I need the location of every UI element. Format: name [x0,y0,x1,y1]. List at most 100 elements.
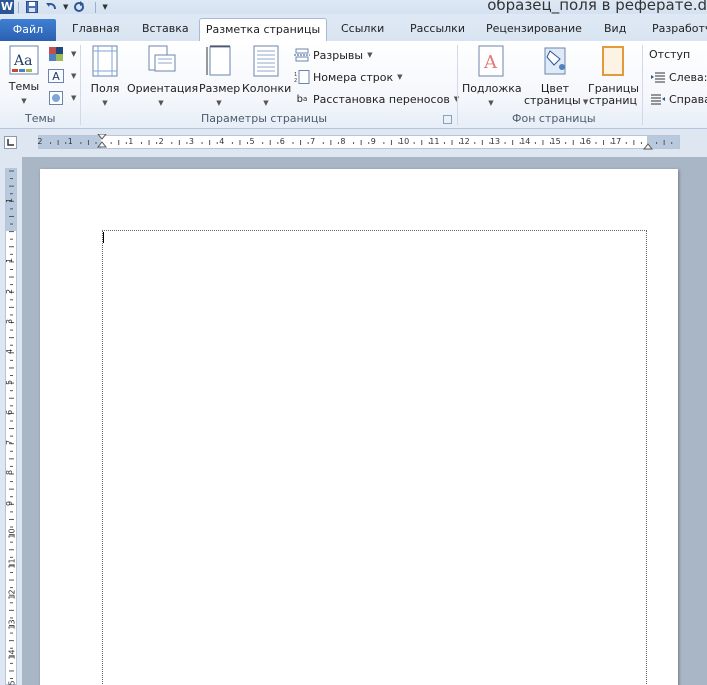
tab-review[interactable]: Рецензирование [486,22,582,35]
vruler-number: 1 [5,197,15,203]
ruler-number: 17 [611,137,622,146]
ruler-number: 13 [489,137,501,146]
undo-icon[interactable] [44,1,58,13]
vruler-number: 13 [7,619,17,630]
tab-home[interactable]: Главная [72,22,120,35]
tab-mailings[interactable]: Рассылки [410,22,465,35]
theme-fonts-button[interactable]: A ▼ [48,67,76,85]
ribbon: Aa Темы ▼ ▼ A ▼ ▼ Темы Поля ▼ Ориентация … [0,41,707,129]
vruler-number: 11 [7,558,17,569]
tab-references[interactable]: Ссылки [341,22,384,35]
ruler-number: 1 [128,137,134,146]
undo-dropdown-icon[interactable]: ▼ [63,3,68,11]
themes-label: Темы [8,80,40,93]
indent-right-label: Справа [669,92,707,106]
qat-divider [95,1,97,13]
tab-insert[interactable]: Вставка [142,22,189,35]
vruler-ticks [9,170,14,680]
indent-heading: Отступ [649,45,690,63]
orientation-icon [146,45,176,77]
page-color-label-2: страницы [524,94,581,107]
group-divider [642,45,643,125]
indent-marker-icon[interactable] [97,134,107,148]
themes-button[interactable]: Aa Темы ▼ [6,45,42,107]
tab-developer[interactable]: Разработч [652,22,707,35]
hyphenation-icon: ba [296,93,308,105]
customize-icon[interactable]: ▼ [102,3,107,11]
word-icon[interactable]: W [0,0,14,14]
vruler-number: 3 [5,318,15,324]
group-divider [457,45,458,125]
group-label-themes: Темы [25,112,56,125]
size-button[interactable]: Размер ▼ [199,45,241,109]
svg-text:A: A [483,52,498,73]
margins-button[interactable]: Поля ▼ [88,45,122,109]
vertical-ruler[interactable]: 1 1 2 3 4 5 6 7 8 9 10 11 12 13 14 15 [5,168,17,685]
indent-left-field[interactable]: Слева: [650,68,707,86]
vruler-number: 7 [5,440,15,446]
right-indent-marker-icon[interactable] [643,136,653,150]
size-label: Размер [199,82,241,95]
group-label-page-setup: Параметры страницы [201,112,328,125]
chevron-down-icon: ▼ [397,73,403,81]
page-color-button[interactable]: Цвет страницы ▼ [524,45,588,108]
vruler-number: 2 [5,288,15,294]
tab-view[interactable]: Вид [604,22,626,35]
theme-colors-button[interactable]: ▼ [48,45,76,63]
ruler-number: 10 [399,137,410,146]
watermark-button[interactable]: A Подложка ▼ [462,45,522,109]
vruler-number: 4 [5,349,15,355]
page-borders-label-2: страниц [588,94,637,107]
ribbon-tabs: Файл Главная Вставка Разметка страницы С… [0,14,707,43]
ruler-number: 9 [370,137,376,146]
vruler-number: 12 [7,589,17,600]
redo-icon[interactable] [72,1,86,13]
ruler-number: 3 [188,137,194,146]
quick-access-toolbar: W ▼ ▼ [0,0,112,14]
theme-effects-button[interactable]: ▼ [48,89,76,107]
group-divider [80,45,81,125]
columns-label: Колонки [242,82,292,95]
tab-file[interactable]: Файл [0,19,56,42]
vruler-number: 1 [5,258,15,264]
text-boundary [102,230,647,685]
breaks-label: Разрывы [313,48,364,62]
page-setup-launcher-icon[interactable] [443,115,452,124]
line-numbers-button[interactable]: 12 Номера строк ▼ [294,68,403,86]
line-numbers-label: Номера строк [313,70,394,84]
hyphenation-button[interactable]: ba Расстановка переносов▼ [294,90,460,108]
tab-page-layout[interactable]: Разметка страницы [199,18,327,43]
theme-effects-icon [48,91,64,105]
vruler-number: 10 [7,528,17,539]
columns-icon [253,45,279,77]
chevron-down-icon: ▼ [367,51,373,59]
breaks-button[interactable]: Разрывы ▼ [294,46,372,64]
page-color-icon [542,45,568,77]
ruler-number: 7 [310,137,316,146]
ruler-number: 1 [67,137,73,146]
theme-fonts-icon: A [48,69,64,83]
svg-text:Aa: Aa [13,53,32,69]
svg-text:2: 2 [294,78,297,84]
vruler-number: 5 [5,379,15,385]
ruler-number: 11 [429,137,440,146]
orientation-button[interactable]: Ориентация ▼ [127,45,198,109]
group-label-page-background: Фон страницы [512,112,596,125]
tab-selector-icon[interactable] [4,136,17,149]
margins-label: Поля [90,82,120,95]
breaks-icon [294,48,310,62]
vruler-number: 9 [5,500,15,506]
indent-left-icon [650,70,666,84]
indent-label: Отступ [649,47,691,61]
watermark-icon: A [478,45,504,77]
columns-button[interactable]: Колонки ▼ [242,45,292,109]
title-bar: W ▼ ▼ образец_поля в реферате.d [0,0,707,14]
text-cursor [103,232,104,243]
ruler-number: 16 [580,137,591,146]
indent-right-field[interactable]: Справа [650,90,707,108]
horizontal-ruler[interactable]: 2 1 1 2 3 4 5 6 7 8 9 10 11 12 13 14 15 16 17 [37,134,680,150]
save-icon[interactable] [25,1,39,13]
page-borders-button[interactable]: Границы страниц [588,45,639,107]
watermark-label: Подложка [462,82,522,95]
ruler-number: 4 [219,137,225,146]
